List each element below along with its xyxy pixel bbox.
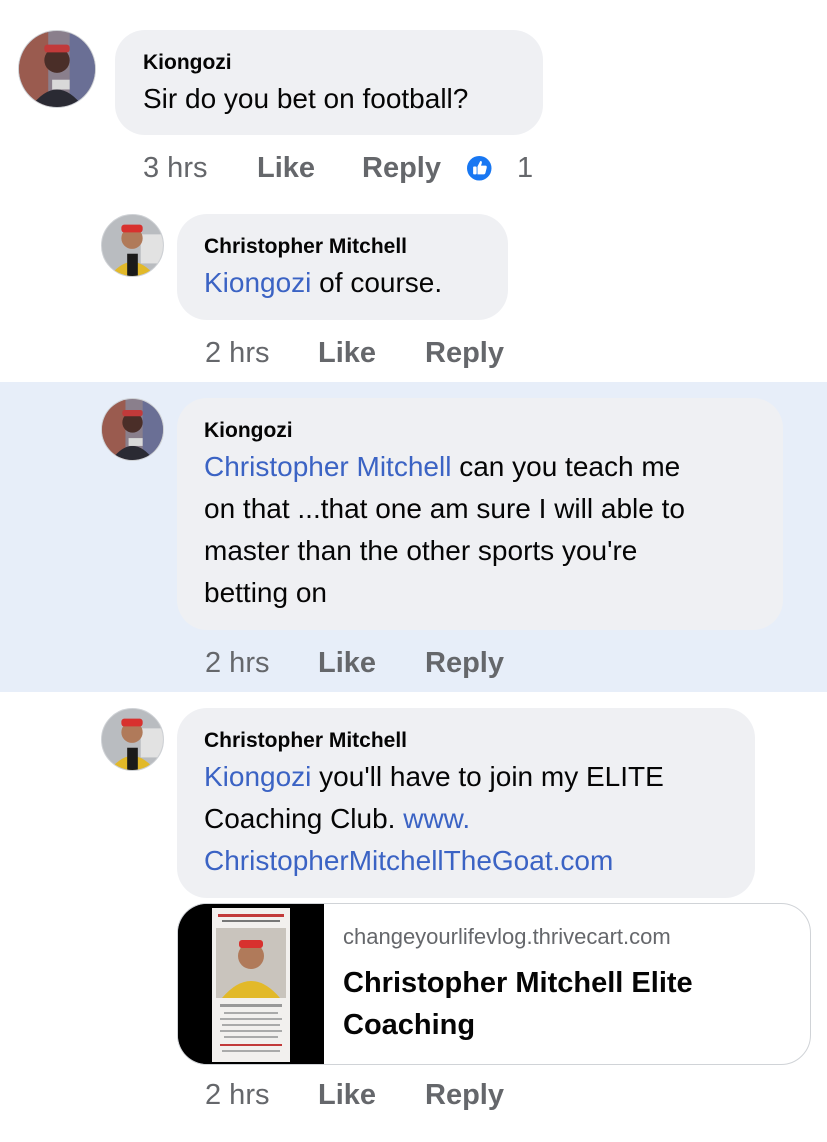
comment-text-line: can you teach me (451, 451, 681, 482)
comment-text: Kiongozi of course. (204, 262, 442, 304)
comment-text-line: on that ...that one am sure I will able … (204, 493, 685, 524)
comment-text-line: Coaching Club. (204, 803, 404, 834)
mention-link[interactable]: Kiongozi (204, 267, 311, 298)
comment-author[interactable]: Kiongozi (143, 51, 232, 75)
avatar-kiongozi[interactable] (18, 30, 96, 108)
profile-photo-icon (102, 399, 163, 460)
mention-link[interactable]: Kiongozi (204, 761, 311, 792)
like-button[interactable]: Like (318, 1079, 376, 1112)
comment-bubble: Kiongozi Sir do you bet on football? (115, 30, 543, 135)
reply-bubble: Christopher Mitchell Kiongozi of course. (177, 214, 508, 320)
profile-photo-icon (102, 709, 163, 770)
thumbs-up-icon (467, 156, 492, 181)
comment-author[interactable]: Kiongozi (204, 419, 293, 443)
mention-link[interactable]: Christopher Mitchell (204, 451, 451, 482)
comment-timestamp[interactable]: 2 hrs (205, 647, 269, 680)
like-button[interactable]: Like (318, 337, 376, 370)
comment-text-line: you'll have to join my ELITE (311, 761, 664, 792)
reply-button[interactable]: Reply (425, 647, 504, 680)
like-button[interactable]: Like (257, 152, 315, 185)
comment-text-line: master than the other sports you're (204, 535, 638, 566)
comment-text: Kiongozi you'll have to join my ELITE Co… (204, 756, 664, 882)
link-preview-card[interactable]: changeyourlifevlog.thrivecart.com Christ… (177, 903, 811, 1065)
comment-text-body: of course. (311, 267, 443, 298)
reply-bubble: Kiongozi Christopher Mitchell can you te… (177, 398, 783, 630)
link-preview-title: Christopher Mitchell Elite Coaching (343, 967, 693, 1041)
comment-timestamp[interactable]: 2 hrs (205, 1079, 269, 1112)
profile-photo-icon (19, 31, 95, 107)
comment-timestamp[interactable]: 3 hrs (143, 152, 207, 185)
comment-author[interactable]: Christopher Mitchell (204, 729, 407, 753)
avatar-christopher-mitchell[interactable] (101, 214, 164, 277)
avatar-christopher-mitchell[interactable] (101, 708, 164, 771)
reaction-badge[interactable] (465, 154, 497, 186)
reply-button[interactable]: Reply (425, 1079, 504, 1112)
reply-bubble: Christopher Mitchell Kiongozi you'll hav… (177, 708, 755, 898)
comment-text: Christopher Mitchell can you teach me on… (204, 446, 685, 614)
reply-button[interactable]: Reply (362, 152, 441, 185)
comment-timestamp[interactable]: 2 hrs (205, 337, 269, 370)
reply-button[interactable]: Reply (425, 337, 504, 370)
link-preview-domain: changeyourlifevlog.thrivecart.com (343, 924, 671, 949)
reaction-count[interactable]: 1 (517, 152, 533, 185)
comment-text: Sir do you bet on football? (143, 83, 469, 114)
flyer-image-icon (178, 904, 324, 1064)
website-link[interactable]: www. (403, 803, 470, 834)
comment-text-line: betting on (204, 577, 327, 608)
link-preview-thumbnail (178, 904, 324, 1064)
comment-author[interactable]: Christopher Mitchell (204, 235, 407, 259)
website-link[interactable]: ChristopherMitchellTheGoat.com (204, 840, 664, 882)
profile-photo-icon (102, 215, 163, 276)
like-button[interactable]: Like (318, 647, 376, 680)
avatar-kiongozi[interactable] (101, 398, 164, 461)
